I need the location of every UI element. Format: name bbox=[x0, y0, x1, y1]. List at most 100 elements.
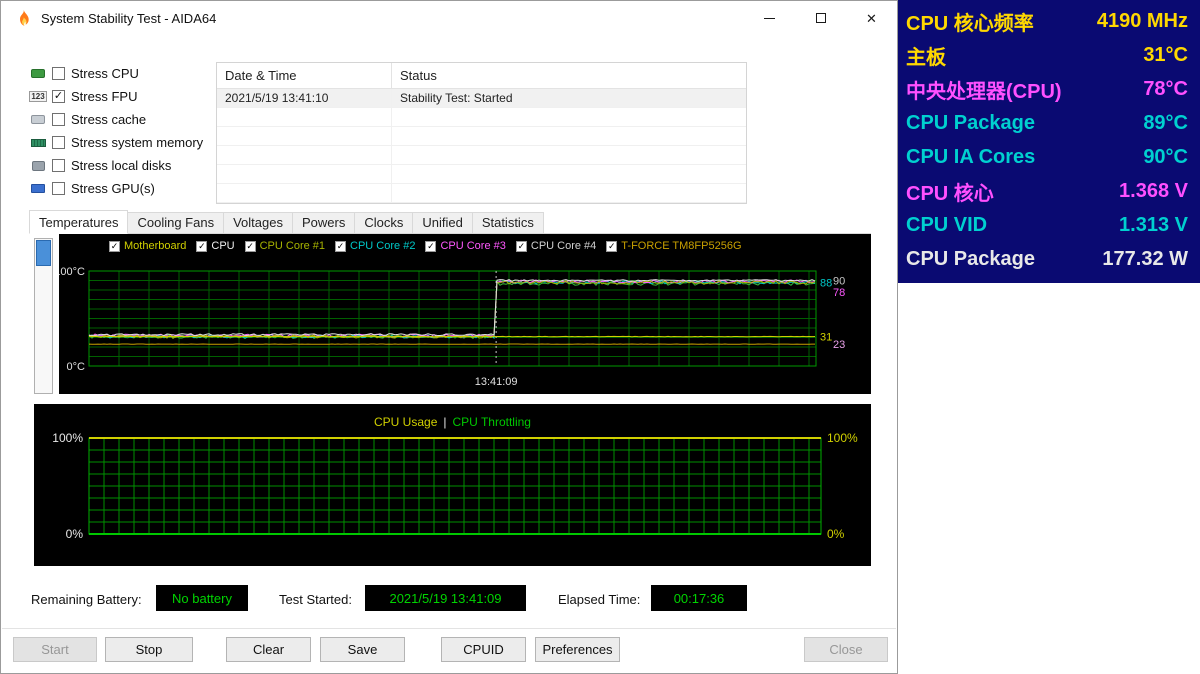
legend-checkbox[interactable]: ✓ bbox=[196, 241, 207, 252]
legend-cpu-core-3[interactable]: ✓ CPU Core #3 bbox=[425, 240, 505, 252]
legend-label: CPU Core #2 bbox=[350, 240, 415, 252]
stress-option-stress-fpu[interactable]: 123✓Stress FPU bbox=[29, 85, 203, 108]
close-window-button[interactable]: ✕ bbox=[846, 1, 897, 35]
log-cell-empty bbox=[217, 127, 392, 145]
event-log-table: Date & TimeStatus2021/5/19 13:41:10Stabi… bbox=[216, 62, 747, 204]
svg-text:100%: 100% bbox=[827, 431, 858, 445]
log-table-empty-row bbox=[217, 146, 746, 165]
minimize-button[interactable] bbox=[744, 1, 795, 35]
svg-text:31: 31 bbox=[820, 332, 832, 344]
cache-icon bbox=[31, 115, 45, 124]
stress-option-stress-cache[interactable]: Stress cache bbox=[29, 108, 203, 131]
clear-button[interactable]: Clear bbox=[226, 637, 311, 662]
legend-label: CPU Core #4 bbox=[531, 240, 596, 252]
legend-motherboard[interactable]: ✓ Motherboard bbox=[109, 240, 186, 252]
svg-text:0%: 0% bbox=[827, 527, 845, 541]
elapsed-time-label: Elapsed Time: bbox=[558, 592, 640, 607]
tab-voltages[interactable]: Voltages bbox=[223, 212, 293, 233]
tab-powers[interactable]: Powers bbox=[292, 212, 355, 233]
log-cell-status: Stability Test: Started bbox=[392, 91, 746, 105]
legend-label: T-FORCE TM8FP5256G bbox=[621, 240, 741, 252]
log-cell-empty bbox=[217, 146, 392, 164]
save-button[interactable]: Save bbox=[320, 637, 405, 662]
legend-label: Motherboard bbox=[124, 240, 186, 252]
window-title: System Stability Test - AIDA64 bbox=[41, 11, 216, 26]
legend-checkbox[interactable]: ✓ bbox=[606, 241, 617, 252]
osd-label: 主板 bbox=[906, 41, 946, 70]
stress-option-stress-gpu-s[interactable]: Stress GPU(s) bbox=[29, 177, 203, 200]
preferences-button[interactable]: Preferences bbox=[535, 637, 620, 662]
temperature-chart: ✓ Motherboard ✓ CPU ✓ CPU Core #1 ✓ CPU Core #2… bbox=[59, 234, 871, 394]
svg-text:78: 78 bbox=[833, 287, 845, 299]
osd-label: CPU Package bbox=[906, 248, 1035, 271]
log-table-row[interactable]: 2021/5/19 13:41:10Stability Test: Starte… bbox=[217, 89, 746, 108]
stability-test-window: System Stability Test - AIDA64 ✕ Stress … bbox=[0, 0, 898, 674]
checkbox-stress-cache[interactable] bbox=[52, 113, 65, 126]
button-separator bbox=[2, 628, 896, 629]
svg-text:0%: 0% bbox=[66, 527, 84, 541]
legend-label: CPU Core #1 bbox=[260, 240, 325, 252]
svg-text:90: 90 bbox=[833, 276, 845, 288]
osd-value: 177.32 W bbox=[1102, 248, 1188, 271]
maximize-icon bbox=[816, 13, 826, 23]
osd-row-cpu-ia-cores-4: CPU IA Cores90°C bbox=[906, 140, 1188, 174]
minimize-icon bbox=[764, 18, 775, 19]
checkbox-stress-fpu[interactable]: ✓ bbox=[52, 90, 65, 103]
tab-statistics[interactable]: Statistics bbox=[472, 212, 544, 233]
stress-option-stress-local-disks[interactable]: Stress local disks bbox=[29, 154, 203, 177]
chart-zoom-slider[interactable] bbox=[34, 238, 53, 394]
tab-bar: TemperaturesCooling FansVoltagesPowersCl… bbox=[29, 210, 871, 234]
osd-row-cpu-2: 中央处理器(CPU)78°C bbox=[906, 72, 1188, 106]
legend-cpu-core-1[interactable]: ✓ CPU Core #1 bbox=[245, 240, 325, 252]
osd-value: 1.313 V bbox=[1119, 214, 1188, 237]
checkbox-stress-local-disks[interactable] bbox=[52, 159, 65, 172]
tab-unified[interactable]: Unified bbox=[412, 212, 472, 233]
cpuid-button[interactable]: CPUID bbox=[441, 637, 526, 662]
test-started-value: 2021/5/19 13:41:09 bbox=[365, 585, 526, 611]
osd-value: 31°C bbox=[1143, 44, 1188, 67]
log-cell-empty bbox=[217, 165, 392, 183]
memory-icon bbox=[31, 139, 46, 147]
legend-cpu-core-2[interactable]: ✓ CPU Core #2 bbox=[335, 240, 415, 252]
start-button: Start bbox=[13, 637, 97, 662]
legend-checkbox[interactable]: ✓ bbox=[335, 241, 346, 252]
stress-option-label: Stress FPU bbox=[71, 89, 137, 104]
legend-checkbox[interactable]: ✓ bbox=[425, 241, 436, 252]
legend-cpu[interactable]: ✓ CPU bbox=[196, 240, 234, 252]
stress-icon-slot bbox=[29, 136, 47, 149]
stress-option-label: Stress local disks bbox=[71, 158, 171, 173]
legend-label: CPU Core #3 bbox=[440, 240, 505, 252]
tab-clocks[interactable]: Clocks bbox=[354, 212, 413, 233]
osd-row-cpu-vid-6: CPU VID1.313 V bbox=[906, 208, 1188, 242]
osd-value: 4190 MHz bbox=[1097, 10, 1188, 33]
legend-checkbox[interactable]: ✓ bbox=[516, 241, 527, 252]
stress-option-stress-system-memory[interactable]: Stress system memory bbox=[29, 131, 203, 154]
window-controls: ✕ bbox=[744, 1, 897, 35]
cpu-icon bbox=[31, 69, 45, 78]
checkbox-stress-gpu-s[interactable] bbox=[52, 182, 65, 195]
stop-button[interactable]: Stop bbox=[105, 637, 193, 662]
osd-row-cpu-package-7: CPU Package 177.32 W bbox=[906, 242, 1188, 276]
osd-sensor-panel: CPU 核心频率4190 MHz主板31°C中央处理器(CPU)78°CCPU … bbox=[898, 0, 1200, 283]
log-table-empty-row bbox=[217, 127, 746, 146]
maximize-button[interactable] bbox=[795, 1, 846, 35]
osd-row-cpu-5: CPU 核心1.368 V bbox=[906, 174, 1188, 208]
legend-checkbox[interactable]: ✓ bbox=[109, 241, 120, 252]
checkbox-stress-cpu[interactable] bbox=[52, 67, 65, 80]
slider-thumb[interactable] bbox=[36, 240, 51, 266]
stress-option-stress-cpu[interactable]: Stress CPU bbox=[29, 62, 203, 85]
log-table-empty-row bbox=[217, 184, 746, 203]
column-header-datetime: Date & Time bbox=[217, 63, 392, 88]
legend-cpu-core-4[interactable]: ✓ CPU Core #4 bbox=[516, 240, 596, 252]
stress-icon-slot bbox=[29, 159, 47, 172]
legend-label: CPU bbox=[211, 240, 234, 252]
stress-option-label: Stress cache bbox=[71, 112, 146, 127]
checkbox-stress-system-memory[interactable] bbox=[52, 136, 65, 149]
cpu-usage-title: CPU Usage|CPU Throttling bbox=[34, 415, 871, 429]
tab-cooling-fans[interactable]: Cooling Fans bbox=[127, 212, 224, 233]
legend-t-force-tm8fp5256g[interactable]: ✓ T-FORCE TM8FP5256G bbox=[606, 240, 741, 252]
svg-text:23: 23 bbox=[833, 339, 845, 351]
app-root: System Stability Test - AIDA64 ✕ Stress … bbox=[0, 0, 1200, 674]
legend-checkbox[interactable]: ✓ bbox=[245, 241, 256, 252]
tab-temperatures[interactable]: Temperatures bbox=[29, 210, 128, 234]
